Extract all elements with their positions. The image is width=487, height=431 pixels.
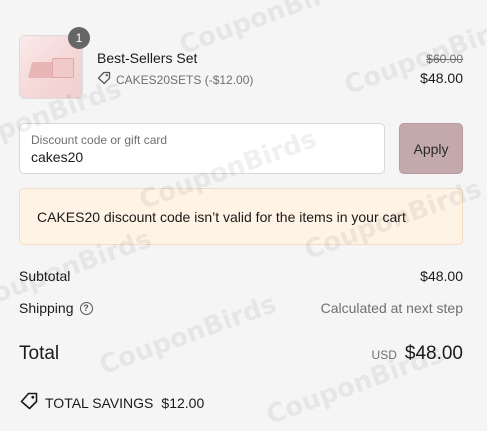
shipping-value: Calculated at next step — [320, 300, 463, 316]
product-name: Best-Sellers Set — [97, 50, 198, 66]
total-label: Total — [19, 343, 60, 364]
help-icon[interactable]: ? — [79, 301, 93, 315]
subtotal-label: Subtotal — [19, 268, 71, 284]
apply-button[interactable]: Apply — [399, 123, 463, 174]
total-savings: TOTAL SAVINGS $12.00 — [19, 391, 204, 414]
tag-icon — [97, 71, 111, 88]
original-price: $60.00 — [426, 52, 463, 66]
item-price: $48.00 — [420, 70, 463, 86]
error-text: CAKES20 discount code isn’t valid for th… — [37, 208, 406, 225]
shipping-label: Shipping — [19, 300, 74, 316]
savings-tag-icon — [19, 391, 39, 414]
applied-discount: CAKES20SETS (-$12.00) — [97, 71, 253, 88]
discount-code-input[interactable] — [31, 149, 371, 165]
total-value: $48.00 — [404, 343, 463, 364]
savings-label: TOTAL SAVINGS — [45, 394, 154, 411]
subtotal-value: $48.00 — [420, 268, 463, 284]
discount-field-label: Discount code or gift card — [31, 133, 168, 147]
discount-field[interactable]: Discount code or gift card — [19, 123, 385, 174]
discount-code-label: CAKES20SETS (-$12.00) — [116, 72, 254, 87]
savings-value: $12.00 — [161, 394, 205, 411]
currency-code: USD — [371, 348, 397, 362]
cart-item: 1 Best-Sellers Set CAKES20SETS (-$12.00)… — [19, 27, 463, 99]
discount-error-message: CAKES20 discount code isn’t valid for th… — [19, 188, 463, 245]
quantity-badge: 1 — [68, 27, 90, 49]
watermark: CouponBirds — [95, 289, 281, 381]
